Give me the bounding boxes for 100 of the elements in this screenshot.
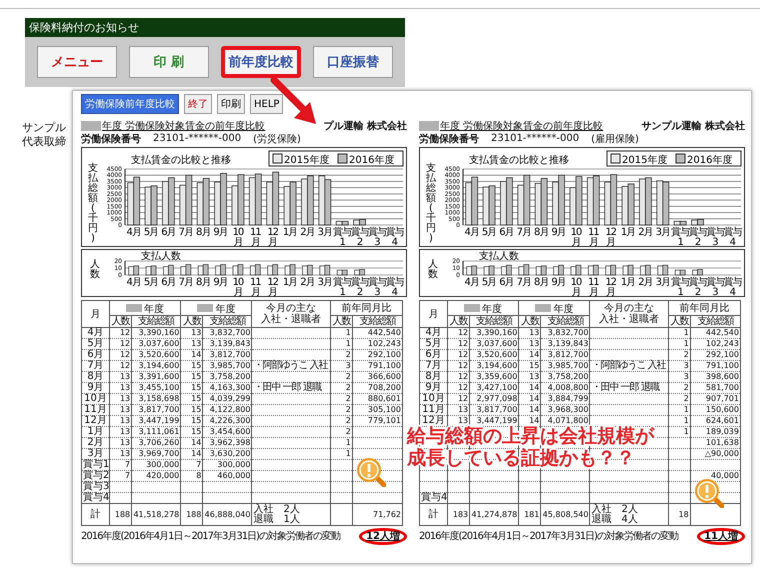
axis-title: 人数 <box>428 259 438 280</box>
table-cell: 8月 <box>420 372 448 382</box>
axis-label: 5月 <box>482 277 496 288</box>
table-cell: 292,100 <box>690 350 740 360</box>
redacted-block <box>197 304 214 312</box>
axis-label: 10月 <box>232 227 244 247</box>
table-cell: 14 <box>518 404 541 416</box>
insurance-number: 23101-******-000 <box>153 133 242 144</box>
axis-label: 4月 <box>126 277 141 288</box>
axis-label: 賞与3 <box>706 227 724 247</box>
axis-label: 賞与3 <box>368 277 386 297</box>
table-cell: 3,962,398 <box>202 438 252 448</box>
axis-label: 1月 <box>620 227 636 238</box>
company-name: プル運輸 株式会社 <box>324 119 407 132</box>
menu-button[interactable]: メニュー <box>37 46 117 78</box>
insurance-type: (労災保険) <box>253 132 301 146</box>
report-title: 年度 労働保険対象賃金の前年度比較 <box>440 120 604 132</box>
table-cell: 15 <box>180 394 203 404</box>
table-cell: 3,455,100 <box>132 382 181 394</box>
axis-label: 8月 <box>196 277 210 288</box>
table-cell: 3,985,700 <box>540 360 590 372</box>
table-cell: 7月 <box>82 360 110 372</box>
axis-title: 人数 <box>90 259 100 280</box>
table-cell: 1 <box>330 448 352 460</box>
table-cell: 366,600 <box>352 372 402 382</box>
table-cell: 188 <box>110 504 132 526</box>
legend-label: 2016年度 <box>687 155 732 166</box>
axis-label: 10月 <box>570 277 582 297</box>
table-cell: 3 <box>668 360 690 372</box>
table-cell: 11月 <box>420 404 448 416</box>
column-header: 前年同月比 <box>330 300 402 316</box>
table-cell: 3月 <box>82 448 110 460</box>
axis-label: 11月 <box>588 227 599 247</box>
column-header: 人数 <box>110 316 132 328</box>
table-cell: 4,226,300 <box>202 416 252 426</box>
table-cell: 5月 <box>82 338 110 350</box>
table-cell: 624,601 <box>690 416 740 426</box>
axis-label: 賞与1 <box>671 227 690 247</box>
table-cell: 12 <box>110 338 132 350</box>
table-cell: 3,985,700 <box>202 360 252 372</box>
table-cell: 13 <box>180 328 203 338</box>
redacted-block <box>535 304 552 312</box>
table-cell: 11月 <box>82 404 110 416</box>
table-cell: 13 <box>518 338 541 350</box>
toolbar-button[interactable]: HELP <box>250 94 284 114</box>
table-cell: 71,762 <box>352 504 402 526</box>
table-cell: 3,139,843 <box>540 338 590 350</box>
table-cell: 779,101 <box>352 416 402 426</box>
table-cell: 3,037,600 <box>132 338 181 350</box>
table-cell: 581,700 <box>690 382 740 394</box>
table-cell: 3,359,600 <box>470 372 519 382</box>
table-cell: 12 <box>448 394 470 404</box>
table-cell: ・田中 一郎 退職 <box>252 382 330 394</box>
change-count: 12人増 <box>359 528 407 544</box>
axis-label: 5月 <box>144 227 158 238</box>
table-cell: 3,194,600 <box>470 360 519 372</box>
toolbar-button[interactable]: 印刷 <box>217 94 245 114</box>
table-cell: 10月 <box>420 394 448 404</box>
menu-button[interactable]: 前年度比較 <box>220 46 302 78</box>
legend-label: 2015年度 <box>284 155 330 166</box>
table-cell: 3,391,600 <box>132 372 181 382</box>
table-cell: 3,812,700 <box>540 350 590 360</box>
toolbar-button[interactable]: 終了 <box>184 94 212 114</box>
table-cell: 2 <box>330 350 352 360</box>
table-cell: 3,139,843 <box>202 338 252 350</box>
column-header: 支給総額 <box>690 316 740 328</box>
column-header: 入社・退職者 <box>598 314 660 325</box>
table-cell: 15 <box>180 360 203 372</box>
table-cell: 9月 <box>82 382 110 394</box>
table-cell: 13 <box>110 404 132 416</box>
table-cell: 3,968,300 <box>540 404 590 416</box>
table-cell: 計 <box>82 504 110 526</box>
table-cell: 14 <box>518 382 541 394</box>
column-header: 人数 <box>180 316 203 328</box>
table-cell-text: 退職 1人 <box>253 514 301 524</box>
table-cell: 18 <box>668 504 690 526</box>
axis-label: 8月 <box>534 277 548 288</box>
menu-button[interactable]: 口座振替 <box>313 46 394 78</box>
table-cell: 791,100 <box>352 360 402 372</box>
table-cell: 13 <box>180 338 203 350</box>
table-cell: 12 <box>448 360 470 372</box>
column-header: 月 <box>420 300 448 328</box>
table-cell: 3,454,600 <box>202 426 252 438</box>
redacted-block <box>419 120 439 130</box>
table-cell: 3,812,700 <box>202 350 252 360</box>
table-cell: 14 <box>518 416 541 426</box>
column-header: 支給総額 <box>470 316 519 328</box>
menu-button[interactable]: 印 刷 <box>128 46 209 78</box>
toolbar-button[interactable]: 労働保険前年度比較 <box>81 94 179 114</box>
chart-title: 支払賃金の比較と推移 <box>469 155 569 166</box>
insurance-type: (雇用保険) <box>591 132 639 146</box>
table-cell: 14 <box>518 394 541 404</box>
table-cell: 102,243 <box>690 338 740 350</box>
table-cell: 1 <box>330 438 352 448</box>
table-cell: 2 <box>330 416 352 426</box>
table-cell: 3,111,061 <box>132 426 181 438</box>
axis-label: 4月 <box>464 277 479 288</box>
column-header: 支給総額 <box>202 316 252 328</box>
table-cell: 1 <box>330 338 352 350</box>
table-cell: 13 <box>518 328 541 338</box>
